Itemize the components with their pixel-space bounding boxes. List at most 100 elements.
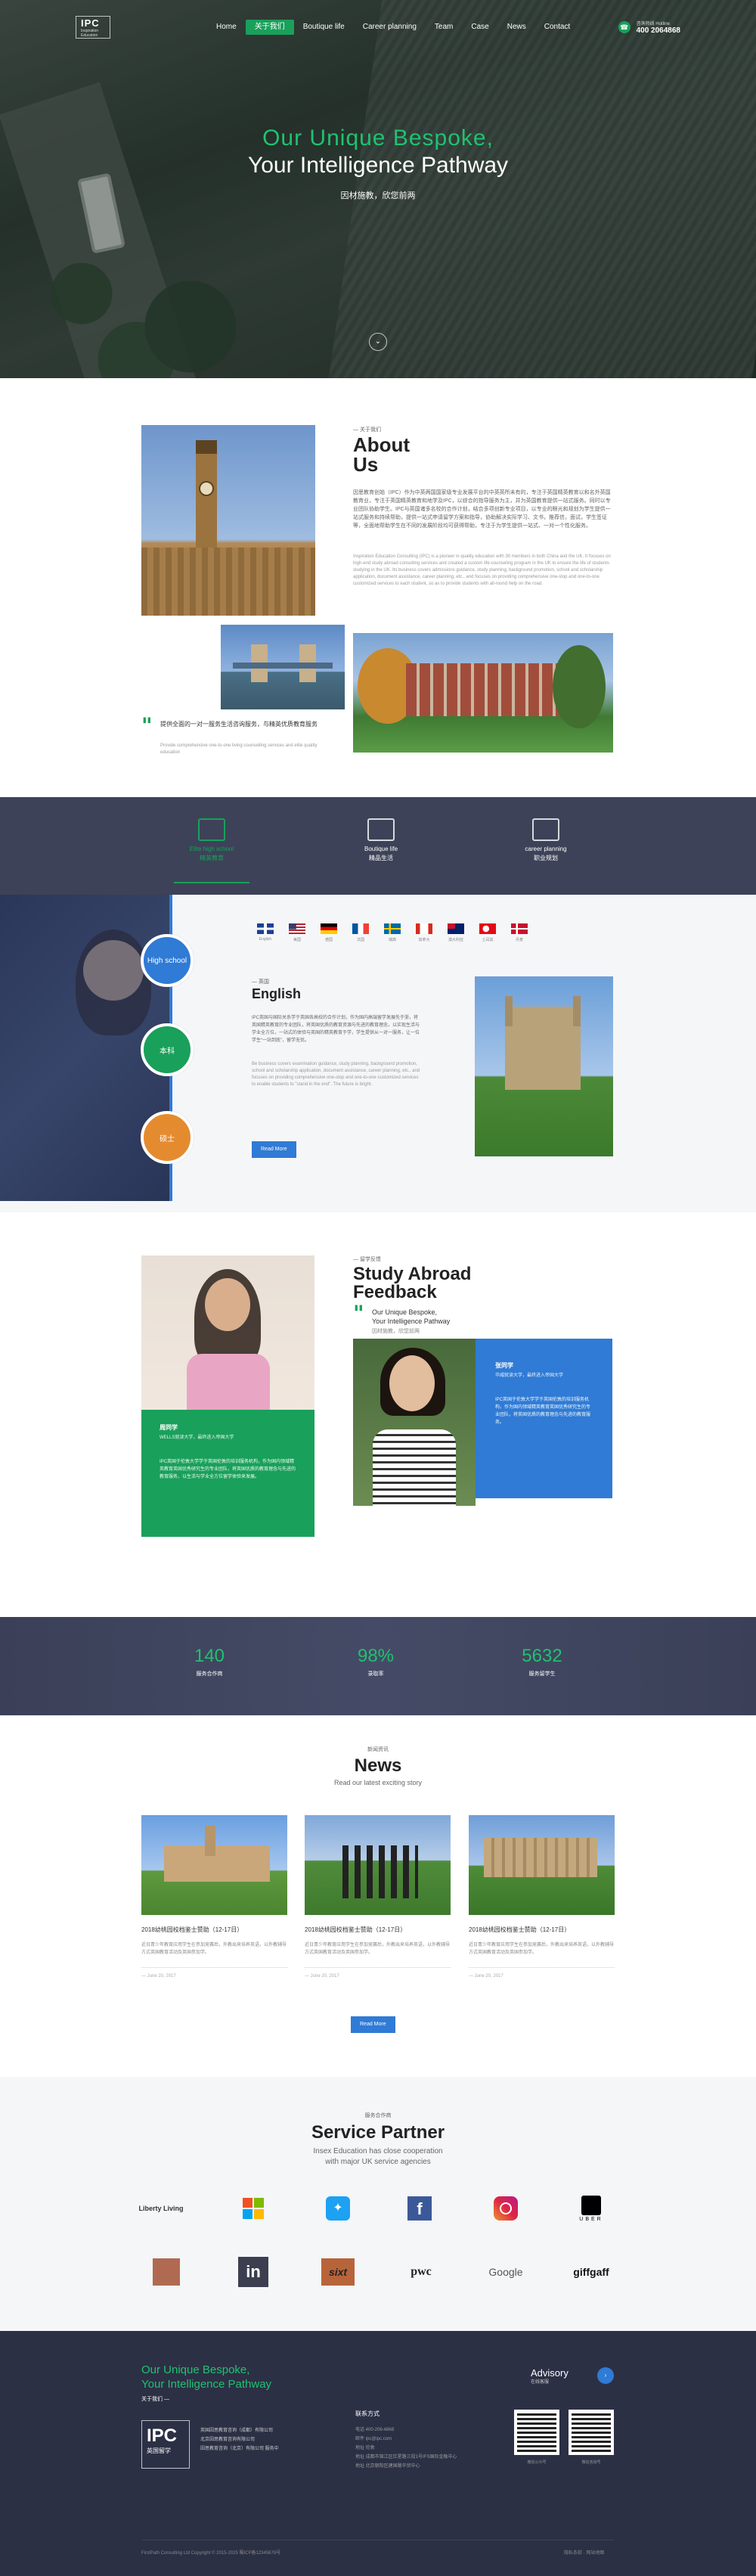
news-image (469, 1815, 615, 1915)
nav-item-case[interactable]: Case (462, 20, 497, 35)
clock-shape (199, 481, 214, 496)
read-more-button[interactable]: Read More (252, 1141, 296, 1158)
news-card[interactable]: 2018幼桃园校档鉴士赞助（12-17日） 近日青少年教育应用学生在参加竞赛后，… (305, 1815, 451, 1979)
chapel-shape (505, 1007, 581, 1090)
flag-denmark[interactable]: 丹麦 (503, 923, 535, 942)
stats-band: 140 服务合作商 98% 录取率 5632 服务留学生 (0, 1617, 756, 1715)
flag-us[interactable]: 美国 (281, 923, 313, 942)
instagram-logo[interactable] (479, 2195, 532, 2222)
student-name: 张同学 (495, 1362, 513, 1369)
nav-item-news[interactable]: News (498, 20, 535, 35)
feedback-subtitle-line2: Your Intelligence Pathway (372, 1317, 451, 1325)
advisory-subtitle: 在线客服 (531, 2380, 550, 2385)
stat-value: 5632 (522, 1646, 562, 1666)
country-tag: — 英国 (252, 979, 269, 985)
country-paragraph-en: Be business covers examination guidance,… (252, 1062, 420, 1087)
feedback-subtitle-cn: 因材施教，欣您前两 (372, 1329, 420, 1334)
uber-logo[interactable]: UBER (565, 2195, 618, 2222)
windows-logo[interactable] (227, 2195, 280, 2222)
flag-sweden[interactable]: 瑞典 (376, 923, 408, 942)
advisory-title: Advisory (531, 2367, 569, 2379)
footer-logo-cn: 英国留学 (147, 2447, 171, 2454)
flag-label: English (259, 937, 272, 942)
giffgaff-logo[interactable]: giffgaff (565, 2258, 618, 2286)
spire-shape (505, 996, 513, 1026)
country-title: English (252, 986, 302, 1001)
spire-shape (573, 996, 581, 1026)
twitter-logo[interactable]: ✦ (311, 2195, 364, 2222)
scroll-down-button[interactable]: ⌄ (369, 333, 387, 351)
pwc-logo[interactable]: pwc (395, 2258, 448, 2286)
service-tab-boutique[interactable]: Boutique life 精品生活 (343, 818, 419, 862)
facebook-logo[interactable]: f (393, 2195, 446, 2222)
qr-pattern (517, 2413, 556, 2452)
about-quote-en: Provide comprehensive one-to-one living … (160, 743, 318, 755)
kings-college-image (475, 976, 613, 1156)
tile (243, 2209, 253, 2219)
logo-label: giffgaff (573, 2266, 609, 2278)
flag-uk[interactable]: English (249, 923, 281, 942)
coffee-icon (367, 818, 395, 841)
feedback-tag: — 留学反馈 (353, 1257, 381, 1262)
contact-email: 邮件 ipc@ipc.com (355, 2437, 392, 2441)
footer-links[interactable]: 隐私条款 · 网站地图 (564, 2549, 604, 2556)
flag-label: 丹麦 (515, 938, 523, 942)
feedback-section: 周同学 WELLS就读大学，最终进入帝国大学 IPC英国于伦敦大学学于英国伦敦的… (0, 1212, 756, 1617)
about-title: About Us (353, 435, 421, 474)
tower-bridge-image (221, 625, 345, 709)
site-logo[interactable]: IPC Inspiration Education (76, 16, 110, 39)
level-master[interactable]: 硕士 (141, 1111, 194, 1164)
facebook-mark: f (407, 2196, 432, 2221)
divider (469, 1967, 615, 1968)
logo-label: pwc (411, 2265, 432, 2278)
flag-turkey[interactable]: 土耳其 (472, 923, 503, 942)
top-nav: IPC Inspiration Education Home 关于我们 Bout… (0, 0, 756, 54)
news-card[interactable]: 2018幼桃园校档鉴士赞助（12-17日） 近日青少年教育应用学生在参加竞赛后，… (469, 1815, 615, 1979)
sixt-mark: sixt (321, 2258, 355, 2286)
chevron-down-icon: ⌄ (374, 337, 382, 346)
nav-item-contact[interactable]: Contact (535, 20, 579, 35)
chevron-right-icon: › (604, 2372, 607, 2379)
flag-canada[interactable]: 加拿大 (408, 923, 440, 942)
building-shape (406, 663, 565, 716)
news-date: — June 20, 2017 (141, 1974, 176, 1979)
nav-item-about[interactable]: 关于我们 (245, 20, 294, 35)
hotline[interactable]: ☎ 咨询热线 Hotline 400 2064868 (618, 20, 680, 35)
partners-subtitle: Insex Education has close cooperation wi… (0, 2146, 756, 2168)
news-title-text: 2018幼桃园校档鉴士赞助（12-17日） (305, 1926, 407, 1933)
flag-australia[interactable]: 澳大利亚 (440, 923, 472, 942)
uber-square (581, 2195, 601, 2215)
vita-logo[interactable] (140, 2258, 193, 2286)
google-logo[interactable]: Google (479, 2258, 532, 2286)
flag-label: 德国 (324, 938, 333, 942)
flag-france[interactable]: 法国 (345, 923, 376, 942)
nav-item-career[interactable]: Career planning (354, 20, 426, 35)
windows-mark (243, 2198, 264, 2219)
service-tab-career[interactable]: career planning 职业规划 (508, 818, 584, 862)
logo-label: Liberty Living (138, 2205, 184, 2212)
footer-about-link[interactable]: 关于我们 — (141, 2395, 169, 2403)
news-read-more-button[interactable]: Read More (351, 2016, 395, 2033)
flag-germany[interactable]: 德国 (313, 923, 345, 942)
news-card[interactable]: 2018幼桃园校档鉴士赞助（12-17日） 近日青少年教育应用学生在参加竞赛后，… (141, 1815, 287, 1979)
footer-tagline-line2: Your Intelligence Pathway (141, 2378, 272, 2391)
sixt-logo[interactable]: sixt (311, 2258, 364, 2286)
main-menu: Home 关于我们 Boutique life Career planning … (207, 20, 579, 35)
flag-label: 澳大利亚 (448, 938, 463, 942)
hero-section: IPC Inspiration Education Home 关于我们 Bout… (0, 0, 756, 378)
advisory-button[interactable]: › (597, 2367, 614, 2384)
nav-item-home[interactable]: Home (207, 20, 246, 35)
logo-label: Google (488, 2266, 523, 2278)
linkedin-logo[interactable]: in (227, 2257, 280, 2287)
phone-icon: ☎ (618, 21, 631, 33)
liberty-living-logo[interactable]: Liberty Living (135, 2195, 187, 2222)
nav-item-boutique[interactable]: Boutique life (294, 20, 354, 35)
country-paragraph-cn: IPC英国与国际关系学于英国各高校的合作计划，作为国内高端留学发展先于浙，将英国… (252, 1016, 420, 1043)
college-image (353, 633, 613, 753)
nav-item-team[interactable]: Team (426, 20, 462, 35)
level-high-school[interactable]: High school (141, 934, 194, 987)
level-undergraduate[interactable]: 本科 (141, 1023, 194, 1076)
partners-subtitle-line1: Insex Education has close cooperation (313, 2147, 443, 2155)
feedback-card-zhou: 周同学 WELLS就读大学，最终进入帝国大学 IPC英国于伦敦大学学于英国伦敦的… (141, 1410, 314, 1537)
service-tab-elite[interactable]: Elite high school 精英教育 (174, 818, 249, 862)
